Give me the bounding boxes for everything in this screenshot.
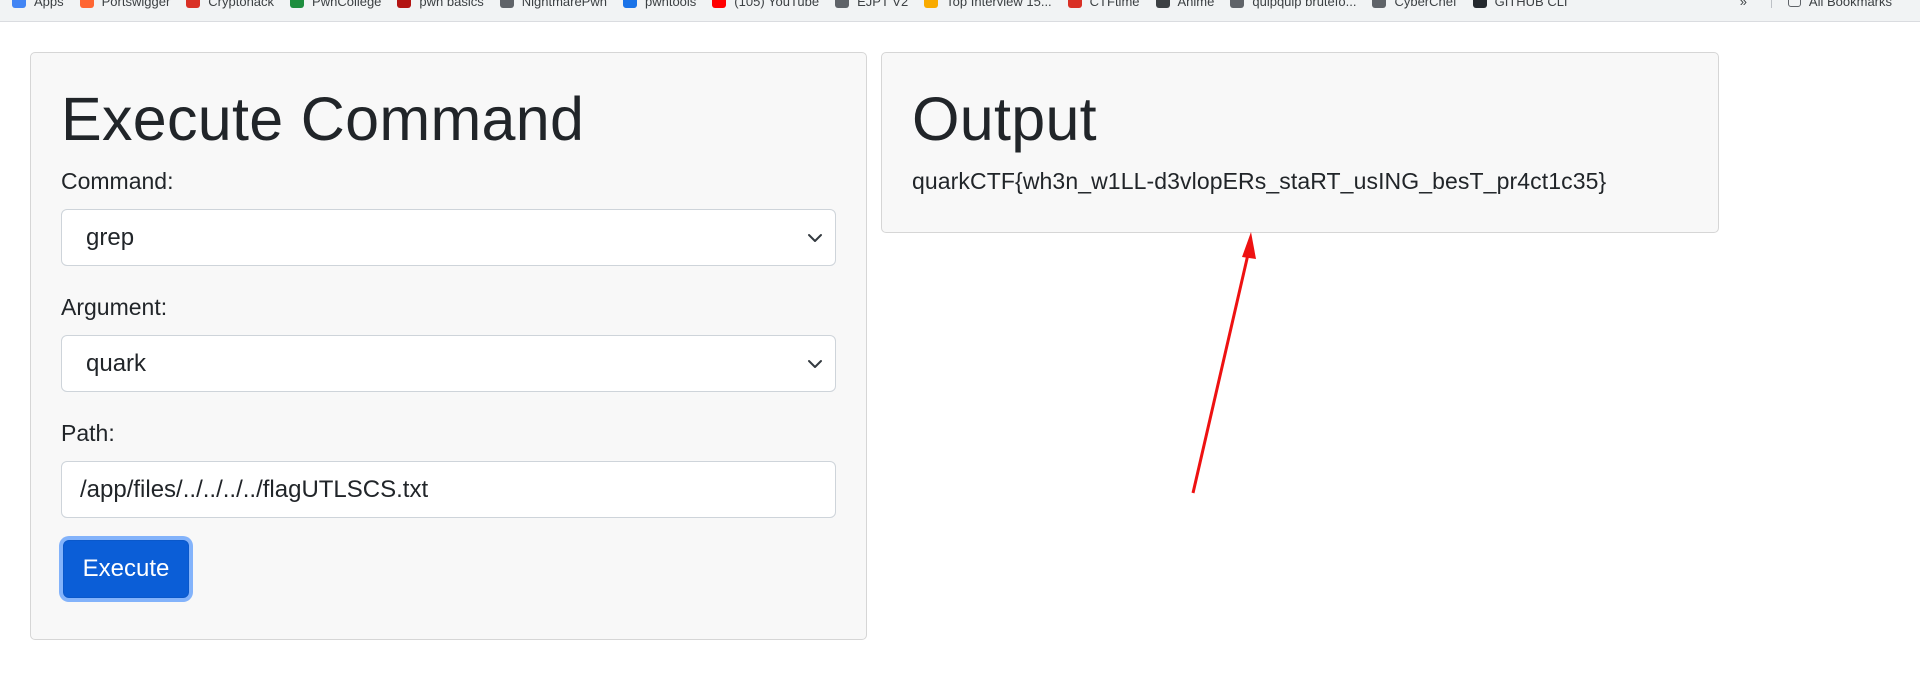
command-label: Command: bbox=[61, 168, 174, 194]
output-card: Output quarkCTF{wh3n_w1LL-d3vlopERs_staR… bbox=[881, 52, 1719, 233]
path-label: Path: bbox=[61, 420, 115, 446]
argument-select-value: quark bbox=[86, 349, 147, 377]
output-text: quarkCTF{wh3n_w1LL-d3vlopERs_staRT_usING… bbox=[912, 168, 1607, 194]
cryptohack-icon bbox=[186, 0, 201, 8]
command-select[interactable]: grep bbox=[61, 209, 836, 266]
portswigger-icon bbox=[79, 0, 94, 8]
all-bookmarks-label: All Bookmarks bbox=[1808, 0, 1892, 9]
bookmark-label: quipquip brutefo... bbox=[1252, 0, 1357, 9]
command-select-value: grep bbox=[86, 223, 135, 251]
pwn-basics-icon bbox=[397, 0, 412, 8]
chevron-down-icon bbox=[808, 360, 822, 368]
bookmark-label: pwn basics bbox=[419, 0, 484, 9]
bookmarks-separator bbox=[1770, 0, 1772, 8]
leetcode-icon bbox=[924, 0, 939, 8]
bookmark-item[interactable]: Anime bbox=[1152, 0, 1227, 12]
bookmark-item[interactable]: NightmarePwn bbox=[496, 0, 619, 12]
bookmark-item[interactable]: pwn basics bbox=[393, 0, 495, 12]
bookmark-label: PwnCollege bbox=[312, 0, 382, 9]
github-icon bbox=[1472, 0, 1487, 8]
bookmark-item[interactable]: pwntools bbox=[619, 0, 708, 12]
bookmark-label: (105) YouTube bbox=[734, 0, 820, 9]
bookmark-label: EJPT V2 bbox=[857, 0, 909, 9]
bookmark-item[interactable]: Cryptohack bbox=[182, 0, 286, 12]
bookmark-item[interactable]: GITHUB CLI bbox=[1469, 0, 1580, 12]
annotation-arrow-head bbox=[1242, 232, 1256, 259]
bookmark-item[interactable]: EJPT V2 bbox=[831, 0, 920, 12]
bookmark-item[interactable]: (105) YouTube bbox=[708, 0, 831, 12]
argument-select[interactable]: quark bbox=[61, 335, 836, 392]
path-input-value: /app/files/../../../../flagUTLSCS.txt bbox=[80, 475, 429, 503]
youtube-icon bbox=[712, 0, 727, 8]
all-bookmarks-button[interactable]: All Bookmarks bbox=[1784, 0, 1904, 12]
anime-icon bbox=[1155, 0, 1170, 8]
pwncollege-icon bbox=[290, 0, 305, 8]
path-input[interactable]: /app/files/../../../../flagUTLSCS.txt bbox=[61, 461, 836, 518]
bookmark-label: Top Interview 15... bbox=[946, 0, 1052, 9]
bookmarks-right: » All Bookmarks bbox=[1736, 0, 1920, 12]
bookmark-item[interactable]: Apps bbox=[8, 0, 76, 12]
bookmark-item[interactable]: quipquip brutefo... bbox=[1226, 0, 1368, 12]
bookmark-label: CTFtime bbox=[1089, 0, 1140, 9]
bookmarks-overflow-button[interactable]: » bbox=[1736, 0, 1759, 12]
bookmark-label: CyberChef bbox=[1394, 0, 1457, 9]
argument-label: Argument: bbox=[61, 294, 168, 320]
execute-command-title: Execute Command bbox=[61, 85, 585, 153]
annotation-arrow-shaft bbox=[1191, 249, 1251, 494]
ctftime-icon bbox=[1067, 0, 1082, 8]
pwntools-icon bbox=[622, 0, 637, 8]
nightmarepwn-icon bbox=[499, 0, 514, 8]
folder-icon bbox=[1787, 0, 1801, 7]
bookmark-label: Portswigger bbox=[101, 0, 171, 9]
bookmarks-bar: Apps Portswigger Cryptohack PwnCollege pwn b… bbox=[0, 0, 1920, 22]
bookmark-label: NightmarePwn bbox=[521, 0, 607, 9]
cyberchef-icon bbox=[1372, 0, 1387, 8]
globe-icon bbox=[835, 0, 850, 8]
bookmark-item[interactable]: PwnCollege bbox=[286, 0, 393, 12]
bookmark-item[interactable]: CyberChef bbox=[1368, 0, 1468, 12]
quipquip-icon bbox=[1230, 0, 1245, 8]
bookmark-label: Anime bbox=[1177, 0, 1215, 9]
apps-grid-icon bbox=[12, 0, 26, 8]
bookmarks-list: Apps Portswigger Cryptohack PwnCollege pwn b… bbox=[0, 0, 1580, 12]
bookmark-item[interactable]: CTFtime bbox=[1064, 0, 1152, 12]
execute-command-card: Execute Command Command: grep Argument: … bbox=[30, 52, 867, 640]
bookmark-item[interactable]: Portswigger bbox=[76, 0, 183, 12]
bookmark-label: pwntools bbox=[644, 0, 697, 9]
output-title: Output bbox=[912, 85, 1097, 153]
bookmark-item[interactable]: Top Interview 15... bbox=[920, 0, 1064, 12]
chevron-down-icon bbox=[808, 234, 822, 242]
bookmark-label: GITHUB CLI bbox=[1494, 0, 1568, 9]
bookmark-label: Apps bbox=[34, 0, 64, 9]
bookmark-label: Cryptohack bbox=[208, 0, 275, 9]
execute-button[interactable]: Execute bbox=[63, 540, 189, 598]
